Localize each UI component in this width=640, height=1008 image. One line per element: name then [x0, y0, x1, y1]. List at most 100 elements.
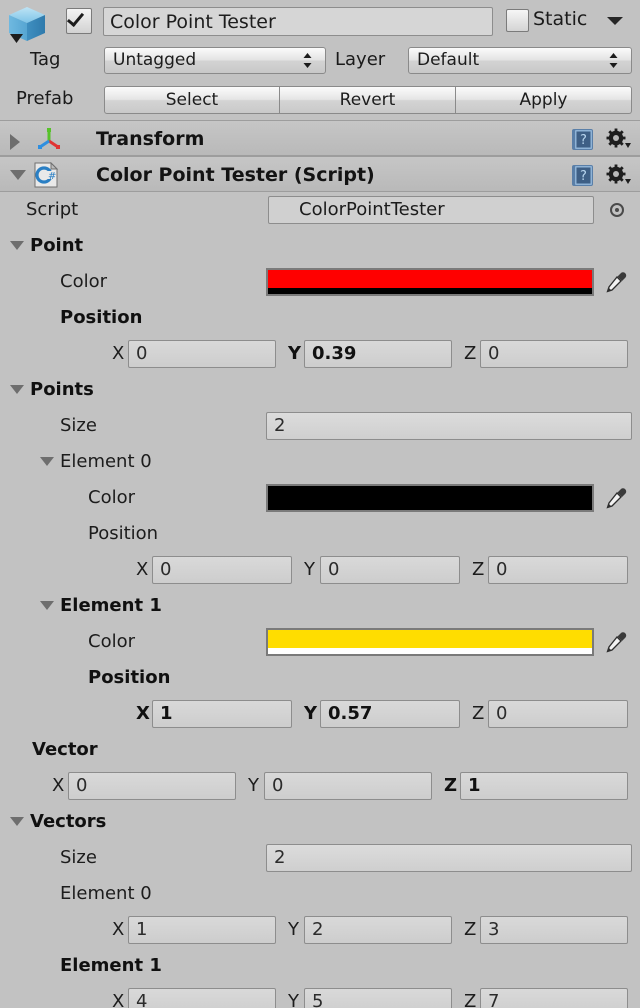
vector-value-x-input[interactable]: 0	[68, 772, 236, 800]
vector-value-y-input[interactable]: 0	[264, 772, 432, 800]
prefab-revert-button[interactable]: Revert	[280, 86, 456, 114]
eyedropper-icon[interactable]	[602, 628, 630, 656]
point-group-row: Point	[0, 228, 640, 264]
points-element-1-position-label-row: Position	[0, 660, 640, 696]
svg-text:#: #	[48, 171, 56, 182]
point-group-foldout-icon[interactable]	[10, 241, 24, 250]
gameobject-name-input[interactable]: Color Point Tester	[103, 7, 493, 36]
point-position-y-input[interactable]: 0.39	[304, 340, 452, 368]
alpha-bar	[268, 288, 592, 294]
vectors-element-0-y-label: Y	[288, 919, 299, 940]
vectors-element-1-label-row: Element 1	[0, 948, 640, 984]
points-element-0-foldout-icon[interactable]	[40, 457, 54, 466]
vectors-element-0-x-input[interactable]: 1	[128, 916, 276, 944]
vectors-element-1-x-input[interactable]: 4	[128, 988, 276, 1008]
gear-icon[interactable]	[606, 164, 632, 187]
gameobject-active-checkbox[interactable]	[66, 8, 92, 34]
points-element-1-position-z-label: Z	[472, 703, 484, 724]
help-book-icon[interactable]: ?	[571, 164, 594, 187]
component-header-color-point-tester[interactable]: # Color Point Tester (Script) ?	[0, 156, 640, 192]
vectors-element-0-x-label: X	[112, 919, 124, 940]
tag-label: Tag	[30, 49, 60, 70]
points-element-1-position-x-input[interactable]: 1	[152, 700, 292, 728]
checkmark-icon	[67, 9, 84, 27]
prefab-select-button[interactable]: Select	[104, 86, 280, 114]
points-element-1-color-swatch[interactable]	[266, 628, 594, 656]
gear-icon[interactable]	[606, 128, 632, 151]
vectors-element-0-z-input[interactable]: 3	[480, 916, 628, 944]
chevron-down-icon[interactable]	[10, 170, 26, 180]
vectors-element-0-label: Element 0	[60, 883, 152, 904]
vectors-element-1-x-label: X	[112, 991, 124, 1008]
component-title: Transform	[96, 128, 204, 150]
points-element-0-position-x-input[interactable]: 0	[152, 556, 292, 584]
points-element-0-position-z-input[interactable]: 0	[488, 556, 628, 584]
points-element-1-position-y-input[interactable]: 0.57	[320, 700, 460, 728]
vector-value-row: X0Y0Z1	[0, 768, 640, 804]
point-position-x-input[interactable]: 0	[128, 340, 276, 368]
points-element-0-color-swatch[interactable]	[266, 484, 594, 512]
points-element-1-foldout-icon[interactable]	[40, 601, 54, 610]
vector-value-x-label: X	[52, 775, 64, 796]
vectors-element-0-row: X1Y2Z3	[0, 912, 640, 948]
vectors-element-1-y-label: Y	[288, 991, 299, 1008]
points-element-0-label: Element 0	[60, 451, 152, 472]
inspector-sections: PointColorPositionX0Y0.39Z0PointsSize2El…	[0, 228, 640, 1008]
gameobject-header: Color Point Tester Static Tag Untagged L…	[0, 0, 640, 120]
point-position-z-label: Z	[464, 343, 476, 364]
point-color-swatch[interactable]	[266, 268, 594, 296]
points-element-0-position-z-label: Z	[472, 559, 484, 580]
point-color-row: Color	[0, 264, 640, 300]
help-book-icon[interactable]: ?	[571, 128, 594, 151]
static-dropdown-arrow-icon[interactable]	[607, 17, 623, 25]
vectors-element-1-z-input[interactable]: 7	[480, 988, 628, 1008]
transform-axis-icon	[36, 127, 62, 151]
vectors-element-0-y-input[interactable]: 2	[304, 916, 452, 944]
points-element-0-position-row: X0Y0Z0	[0, 552, 640, 588]
points-element-0-position-label-row: Position	[0, 516, 640, 552]
component-header-transform[interactable]: Transform ?	[0, 120, 640, 156]
vector-value-z-input[interactable]: 1	[460, 772, 628, 800]
points-element-1-position-y-label: Y	[304, 703, 317, 724]
points-element-1-color-label: Color	[88, 631, 135, 652]
vectors-element-0-z-label: Z	[464, 919, 476, 940]
vector-group-row: Vector	[0, 732, 640, 768]
layer-dropdown-arrows-icon	[609, 52, 618, 69]
vectors-element-1-y-input[interactable]: 5	[304, 988, 452, 1008]
layer-label: Layer	[335, 49, 385, 70]
static-checkbox[interactable]	[506, 9, 529, 32]
point-position-z-input[interactable]: 0	[480, 340, 628, 368]
script-object-field[interactable]: ColorPointTester	[268, 196, 594, 224]
tag-dropdown[interactable]: Untagged	[104, 47, 326, 74]
points-group-foldout-icon[interactable]	[10, 385, 24, 394]
points-element-1-position-row: X1Y0.57 Z0	[0, 696, 640, 732]
layer-dropdown[interactable]: Default	[408, 47, 632, 74]
vectors-element-1-label: Element 1	[60, 955, 162, 976]
points-size-row: Size 2	[0, 408, 640, 444]
points-element-1-position-z-input[interactable]: 0	[488, 700, 628, 728]
vectors-group-foldout-icon[interactable]	[10, 817, 24, 826]
vectors-group-label: Vectors	[30, 811, 106, 832]
point-position-label: Position	[60, 307, 142, 328]
eyedropper-icon[interactable]	[602, 484, 630, 512]
points-element-1-color-row: Color	[0, 624, 640, 660]
prefab-apply-button[interactable]: Apply	[456, 86, 632, 114]
points-size-label: Size	[60, 415, 97, 436]
chevron-right-icon[interactable]	[10, 134, 20, 150]
points-element-0-position-y-input[interactable]: 0	[320, 556, 460, 584]
alpha-bar	[268, 504, 592, 510]
vectors-size-input[interactable]: 2	[266, 844, 632, 872]
point-group-label: Point	[30, 235, 83, 256]
points-size-input[interactable]: 2	[266, 412, 632, 440]
object-picker-dot-icon[interactable]	[610, 203, 624, 217]
script-reference-row: Script ColorPointTester	[0, 192, 640, 228]
unity-inspector-panel: Color Point Tester Static Tag Untagged L…	[0, 0, 640, 1008]
vectors-group-row: Vectors	[0, 804, 640, 840]
svg-text:?: ?	[580, 133, 587, 148]
component-title: Color Point Tester (Script)	[96, 164, 375, 186]
points-element-1-position-x-label: X	[136, 703, 150, 724]
vectors-element-1-row: X4Y5Z7	[0, 984, 640, 1008]
cube-icon	[6, 5, 50, 47]
csharp-script-icon: #	[34, 162, 59, 188]
eyedropper-icon[interactable]	[602, 268, 630, 296]
